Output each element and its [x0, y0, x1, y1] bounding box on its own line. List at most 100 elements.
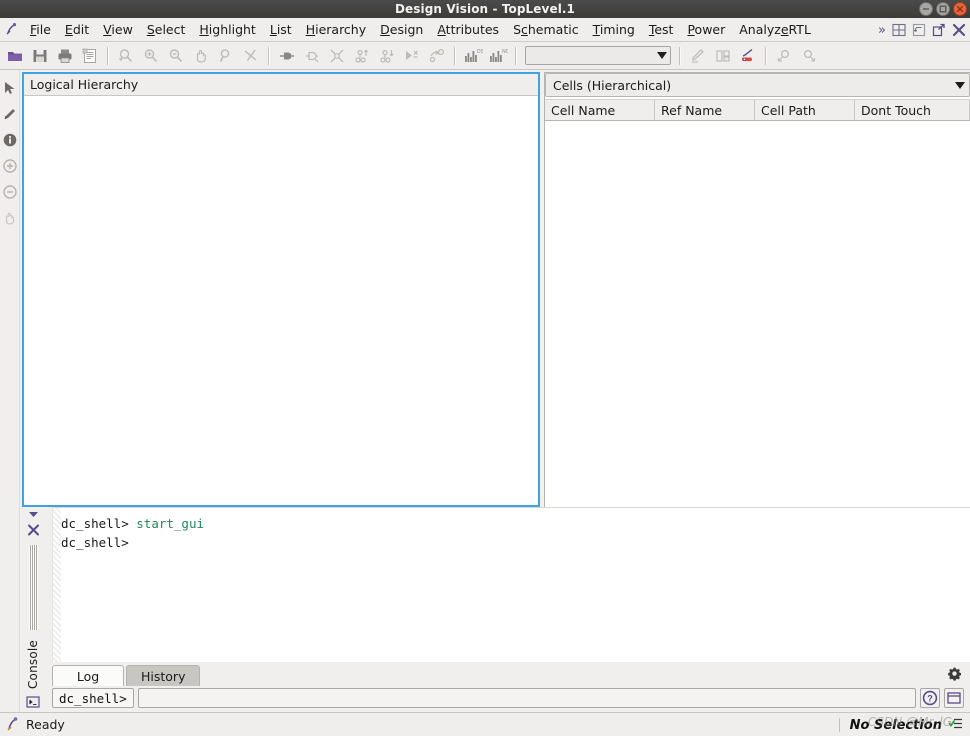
panel-icon[interactable] [944, 688, 964, 708]
menu-item-file[interactable]: File [23, 20, 58, 40]
menu-item-analyzertl[interactable]: AnalyzeRTL [732, 20, 818, 40]
report-icon[interactable] [78, 44, 102, 68]
design-selector-combo[interactable] [525, 46, 671, 65]
column-header-cell-name[interactable]: Cell Name [545, 100, 655, 120]
logical-hierarchy-pane[interactable]: Logical Hierarchy [22, 72, 540, 507]
column-header-cell-path[interactable]: Cell Path [755, 100, 855, 120]
zoom-out-icon[interactable] [164, 44, 188, 68]
close-window-icon[interactable] [952, 23, 966, 37]
menu-overflow-icon[interactable]: » [878, 23, 886, 38]
toolbar-separator [679, 46, 681, 65]
pencil-icon[interactable] [2, 106, 18, 122]
open-folder-icon[interactable] [3, 44, 27, 68]
histogram-ds-icon[interactable]: DS [461, 44, 485, 68]
logical-hierarchy-header: Logical Hierarchy [24, 74, 538, 96]
compare-icon[interactable] [711, 44, 735, 68]
save-icon[interactable] [28, 44, 52, 68]
collapse-down-icon[interactable] [27, 509, 40, 523]
column-header-ref-name[interactable]: Ref Name [655, 100, 755, 120]
console-tabs: Log History [44, 662, 970, 686]
terminal-dock-icon[interactable] [26, 695, 40, 712]
forward-icon[interactable] [797, 44, 821, 68]
zoom-in-icon[interactable] [139, 44, 163, 68]
console-log-line: dc_shell> start_gui [61, 514, 970, 533]
body-area: Logical Hierarchy Cells (Hierarchical) C… [0, 70, 970, 712]
toolbar-separator [454, 46, 456, 65]
zoom-in-icon[interactable] [2, 158, 18, 174]
status-app-icon [6, 716, 20, 734]
tab-log-label: Log [76, 668, 100, 684]
menu-item-schematic[interactable]: Schematic [506, 20, 586, 40]
maximize-button[interactable] [936, 2, 950, 16]
console-command-input[interactable] [137, 688, 916, 708]
menu-item-select[interactable]: Select [140, 20, 193, 40]
zoom-out-icon[interactable] [2, 184, 18, 200]
zoom-select-icon[interactable] [214, 44, 238, 68]
detach-window-icon[interactable] [932, 23, 946, 37]
window-title: Design Vision - TopLevel.1 [394, 2, 576, 16]
menu-item-attributes[interactable]: Attributes [430, 20, 506, 40]
restore-window-icon[interactable] [912, 23, 926, 37]
svg-text:DS: DS [477, 49, 483, 55]
toolbar-separator [107, 46, 109, 65]
cells-table-body[interactable] [545, 121, 970, 507]
menu-item-design[interactable]: Design [373, 20, 430, 40]
tab-history[interactable]: History [126, 665, 201, 686]
add-net-icon[interactable] [275, 44, 299, 68]
logical-hierarchy-tree[interactable] [24, 96, 538, 505]
expand-hier-down-icon[interactable] [375, 44, 399, 68]
expand-hier-up-icon[interactable] [350, 44, 374, 68]
console-prompt-text: dc_shell> [61, 516, 137, 531]
back-icon[interactable] [772, 44, 796, 68]
menu-item-power[interactable]: Power [680, 20, 732, 40]
zoom-previous-icon[interactable] [239, 44, 263, 68]
column-header-dont-touch[interactable]: Dont Touch [855, 100, 970, 120]
pointer-icon[interactable] [2, 80, 18, 96]
trace-net-icon[interactable] [300, 44, 324, 68]
close-button[interactable] [953, 2, 967, 16]
selection-list-icon[interactable] [948, 716, 964, 735]
info-icon[interactable] [2, 132, 18, 148]
menu-item-timing[interactable]: Timing [586, 20, 642, 40]
toolbar-separator [268, 46, 270, 65]
menu-item-highlight[interactable]: Highlight [192, 20, 262, 40]
menu-item-view[interactable]: View [96, 20, 140, 40]
close-icon[interactable] [27, 524, 40, 539]
console-prompt-label: dc_shell> [52, 688, 134, 708]
cross-probe-icon[interactable] [325, 44, 349, 68]
highlight-icon[interactable] [686, 44, 710, 68]
help-icon[interactable]: ? [920, 688, 940, 708]
tile-windows-icon[interactable] [892, 23, 906, 37]
minimize-button[interactable] [919, 2, 933, 16]
status-right: No Selection [838, 713, 964, 736]
settings-gear-icon[interactable] [947, 666, 962, 684]
print-icon[interactable] [53, 44, 77, 68]
pan-hand-icon[interactable] [189, 44, 213, 68]
pan-hand-icon[interactable] [2, 210, 18, 226]
menu-bar: File Edit View Select Highlight List Hie… [0, 18, 970, 42]
check-highlight-icon[interactable] [736, 44, 760, 68]
console-log-line: dc_shell> [61, 533, 970, 552]
status-divider [838, 718, 840, 732]
console-main: dc_shell> start_gui dc_shell> Log Histor… [44, 507, 970, 712]
menu-item-edit[interactable]: Edit [58, 20, 96, 40]
histogram-nc-icon[interactable]: NC [486, 44, 510, 68]
toolbar-separator [765, 46, 767, 65]
console-label: Console [26, 639, 40, 689]
cells-view-selector[interactable]: Cells (Hierarchical) [545, 73, 970, 97]
cells-pane: Cells (Hierarchical) Cell Name Ref Name … [544, 72, 970, 507]
tab-log[interactable]: Log [52, 665, 124, 686]
select-load-icon[interactable] [425, 44, 449, 68]
cells-table-header: Cell Name Ref Name Cell Path Dont Touch [545, 99, 970, 121]
select-driver-icon[interactable] [400, 44, 424, 68]
toolbar-separator [515, 46, 517, 65]
console-resize-grip[interactable] [28, 545, 38, 630]
menu-item-test[interactable]: Test [642, 20, 681, 40]
console-rail: Console [22, 507, 44, 712]
zoom-fit-icon[interactable] [114, 44, 138, 68]
menu-item-hierarchy[interactable]: Hierarchy [299, 20, 373, 40]
menu-item-list[interactable]: List [263, 20, 299, 40]
console-log-output[interactable]: dc_shell> start_gui dc_shell> [52, 507, 970, 662]
status-left: Ready [6, 716, 65, 734]
tab-history-label: History [141, 668, 186, 684]
